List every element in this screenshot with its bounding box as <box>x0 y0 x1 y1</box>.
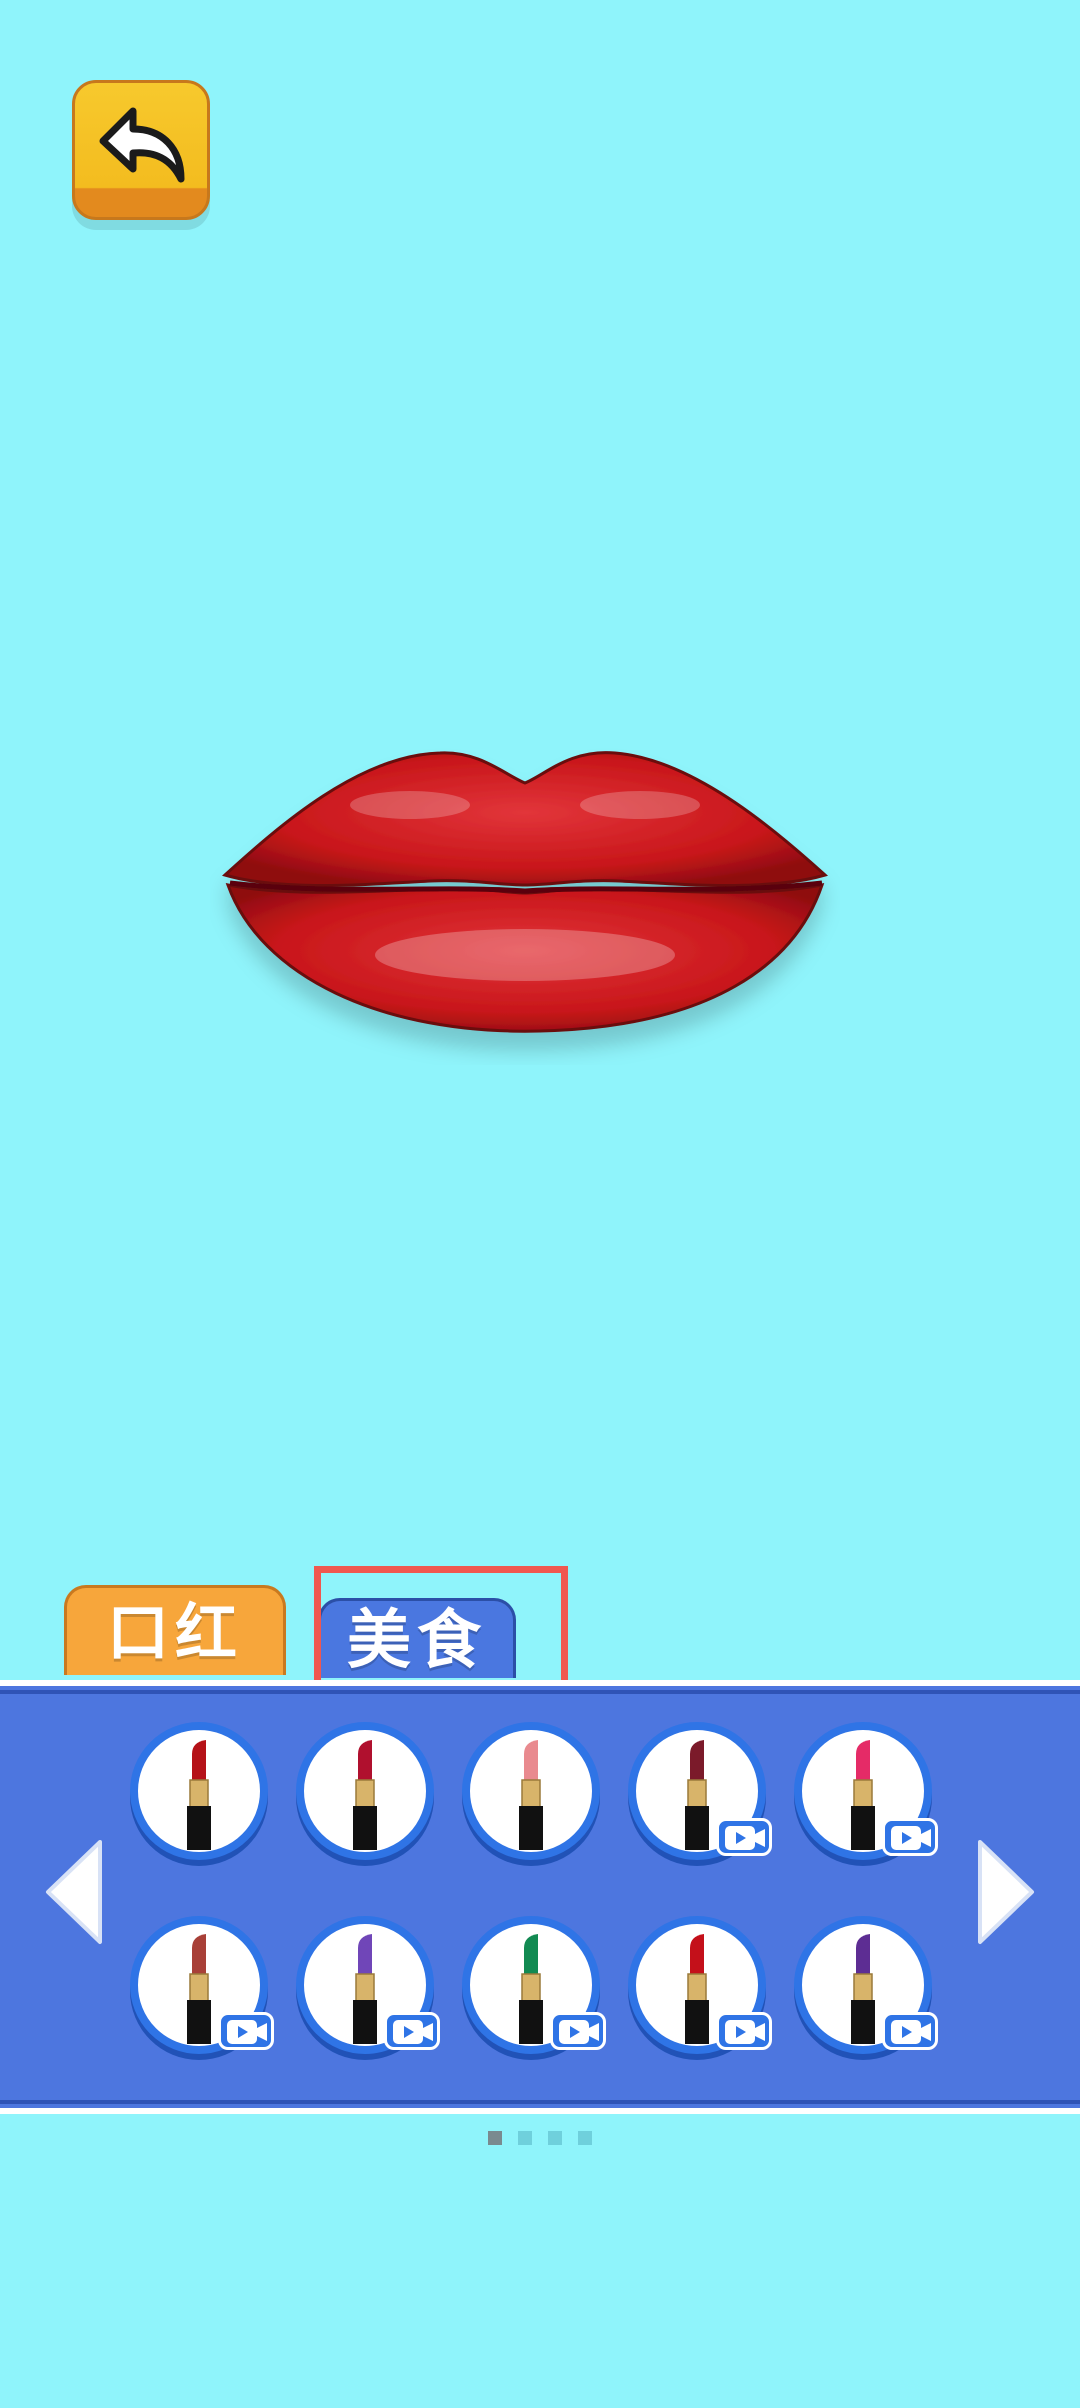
lipstick-icon <box>353 1934 377 2044</box>
lipstick-slot[interactable] <box>296 1916 440 2054</box>
video-ad-icon <box>384 2012 440 2050</box>
lipstick-slot[interactable] <box>794 1722 938 1860</box>
page-dot <box>578 2131 592 2145</box>
lipstick-icon <box>685 1740 709 1850</box>
lipstick-icon <box>353 1740 377 1850</box>
lipstick-slot[interactable] <box>628 1722 772 1860</box>
lipstick-icon <box>851 1934 875 2044</box>
lipstick-slot[interactable] <box>462 1722 600 1860</box>
video-ad-icon <box>716 1818 772 1856</box>
lipstick-slot[interactable] <box>462 1916 606 2054</box>
tab-lipstick-label: 口红 <box>106 1596 243 1669</box>
back-arrow-icon <box>99 107 185 183</box>
lipstick-icon <box>519 1740 543 1850</box>
lipstick-slot[interactable] <box>130 1916 274 2054</box>
lipstick-slot[interactable] <box>628 1916 772 2054</box>
back-button[interactable] <box>72 80 210 220</box>
video-ad-icon <box>882 2012 938 2050</box>
lipstick-icon <box>187 1740 211 1850</box>
lips-preview <box>222 751 828 1033</box>
video-ad-icon <box>218 2012 274 2050</box>
lipstick-slot[interactable] <box>794 1916 938 2054</box>
lipstick-icon <box>519 1934 543 2044</box>
lipstick-icon <box>187 1934 211 2044</box>
page-dot <box>548 2131 562 2145</box>
video-ad-icon <box>716 2012 772 2050</box>
video-ad-icon <box>882 1818 938 1856</box>
lipstick-slot[interactable] <box>296 1722 434 1860</box>
video-ad-icon <box>550 2012 606 2050</box>
tab-lipstick[interactable]: 口红 <box>64 1585 286 1675</box>
chevron-left-icon[interactable] <box>44 1838 106 1946</box>
lipstick-icon <box>685 1934 709 2044</box>
chevron-right-icon[interactable] <box>974 1838 1036 1946</box>
page-dot <box>518 2131 532 2145</box>
lipstick-icon <box>851 1740 875 1850</box>
lipstick-slot[interactable] <box>130 1722 268 1860</box>
page-dot <box>488 2131 502 2145</box>
